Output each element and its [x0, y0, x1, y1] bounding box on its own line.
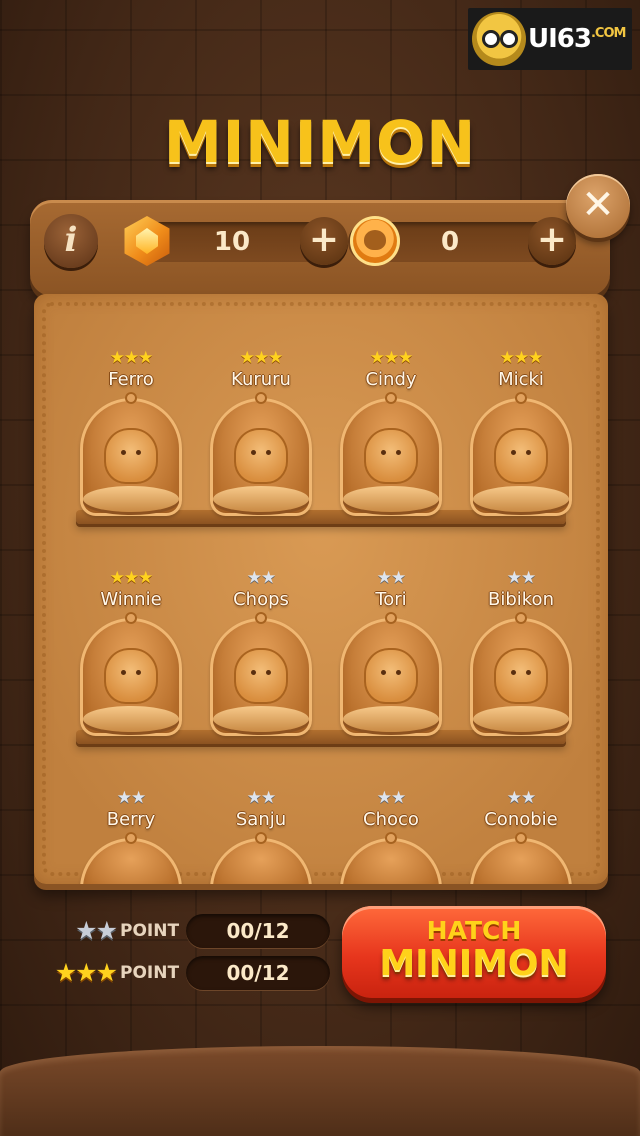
rarity-stars: ★★ [376, 568, 406, 588]
minimon-name: Bibikon [488, 589, 554, 610]
minimon-silhouette [494, 648, 548, 704]
minimon-card-berry[interactable]: ★★ Berry [66, 788, 196, 884]
minimon-card-conobie[interactable]: ★★ Conobie [456, 788, 586, 884]
minimon-card-micki[interactable]: ★★★ Micki [456, 348, 586, 516]
minimon-silhouette [364, 428, 418, 484]
minimon-name: Chops [233, 589, 289, 610]
add-coins-button[interactable]: + [528, 217, 576, 265]
glass-dome [340, 832, 442, 884]
deer-face-icon [472, 12, 526, 66]
minimon-name: Tori [375, 589, 407, 610]
glass-dome [470, 832, 572, 884]
minimon-silhouette [234, 648, 288, 704]
glass-dome [340, 392, 442, 516]
add-gems-button[interactable]: + [300, 217, 348, 265]
rarity-stars: ★★★ [499, 348, 544, 368]
two-star-icon: ★★ [75, 916, 118, 945]
hatch-minimon-button[interactable]: HATCH MINIMON [342, 906, 606, 998]
hatch-label-top: HATCH [426, 916, 522, 945]
minimon-card-bibikon[interactable]: ★★ Bibikon [456, 568, 586, 736]
rarity-stars: ★★ [246, 568, 276, 588]
minimon-card-ferro[interactable]: ★★★ Ferro [66, 348, 196, 516]
glass-dome [470, 392, 572, 516]
close-button[interactable]: ✕ [566, 174, 630, 238]
info-button[interactable]: i [44, 214, 98, 268]
gem-count: 10 [213, 227, 251, 257]
rarity-stars: ★★ [506, 788, 536, 808]
glass-dome [80, 612, 182, 736]
minimon-name: Cindy [365, 369, 417, 390]
minimon-card-choco[interactable]: ★★ Choco [326, 788, 456, 884]
minimon-silhouette [104, 648, 158, 704]
glass-dome [210, 392, 312, 516]
glass-dome [80, 832, 182, 884]
rarity-stars: ★★★ [369, 348, 414, 368]
minimon-name: Berry [106, 809, 156, 830]
minimon-card-cindy[interactable]: ★★★ Cindy [326, 348, 456, 516]
minimon-card-kururu[interactable]: ★★★ Kururu [196, 348, 326, 516]
minimon-name: Micki [498, 369, 544, 390]
glass-dome [210, 832, 312, 884]
minimon-card-sanju[interactable]: ★★ Sanju [196, 788, 326, 884]
watermark-logo: UI63.COM [468, 8, 632, 70]
minimon-name: Winnie [100, 589, 162, 610]
hatch-label-bottom: MINIMON [379, 943, 569, 984]
resource-bar: i 10 + 0 + [30, 200, 610, 296]
glass-dome [340, 612, 442, 736]
rarity-stars: ★★★ [109, 348, 154, 368]
watermark-suffix: .COM [590, 26, 626, 41]
minimon-silhouette [494, 428, 548, 484]
rarity-stars: ★★★ [239, 348, 284, 368]
rarity-stars: ★★ [116, 788, 146, 808]
gem-icon [124, 216, 170, 266]
bear-coin-icon [350, 216, 400, 266]
minimon-card-chops[interactable]: ★★ Chops [196, 568, 326, 736]
two-star-point-value: 00/12 [186, 914, 330, 948]
minimon-name: Conobie [484, 809, 558, 830]
minimon-name: Choco [363, 809, 419, 830]
watermark-text: UI63 [528, 24, 592, 54]
rarity-stars: ★★ [246, 788, 276, 808]
page-title: MINIMON [164, 108, 476, 176]
minimon-name: Sanju [235, 809, 287, 830]
minimon-collection-board: ★★★ Ferro ★★★ Kururu ★★★ Cindy ★★★ Micki… [34, 294, 608, 884]
minimon-card-tori[interactable]: ★★ Tori [326, 568, 456, 736]
rarity-stars: ★★ [506, 568, 536, 588]
minimon-silhouette [364, 648, 418, 704]
point-label: POINT [120, 921, 180, 941]
three-star-point-value: 00/12 [186, 956, 330, 990]
minimon-name: Ferro [108, 369, 154, 390]
rarity-stars: ★★★ [109, 568, 154, 588]
minimon-card-winnie[interactable]: ★★★ Winnie [66, 568, 196, 736]
glass-dome [210, 612, 312, 736]
three-star-icon: ★★★ [54, 958, 118, 987]
point-label: POINT [120, 963, 180, 983]
minimon-silhouette [104, 428, 158, 484]
minimon-silhouette [234, 428, 288, 484]
coin-count: 0 [440, 227, 460, 257]
gem-counter: 10 + [124, 216, 348, 266]
floor-decoration [0, 1046, 640, 1136]
minimon-name: Kururu [231, 369, 291, 390]
rarity-stars: ★★ [376, 788, 406, 808]
glass-dome [470, 612, 572, 736]
coin-counter: 0 + [348, 216, 576, 266]
glass-dome [80, 392, 182, 516]
